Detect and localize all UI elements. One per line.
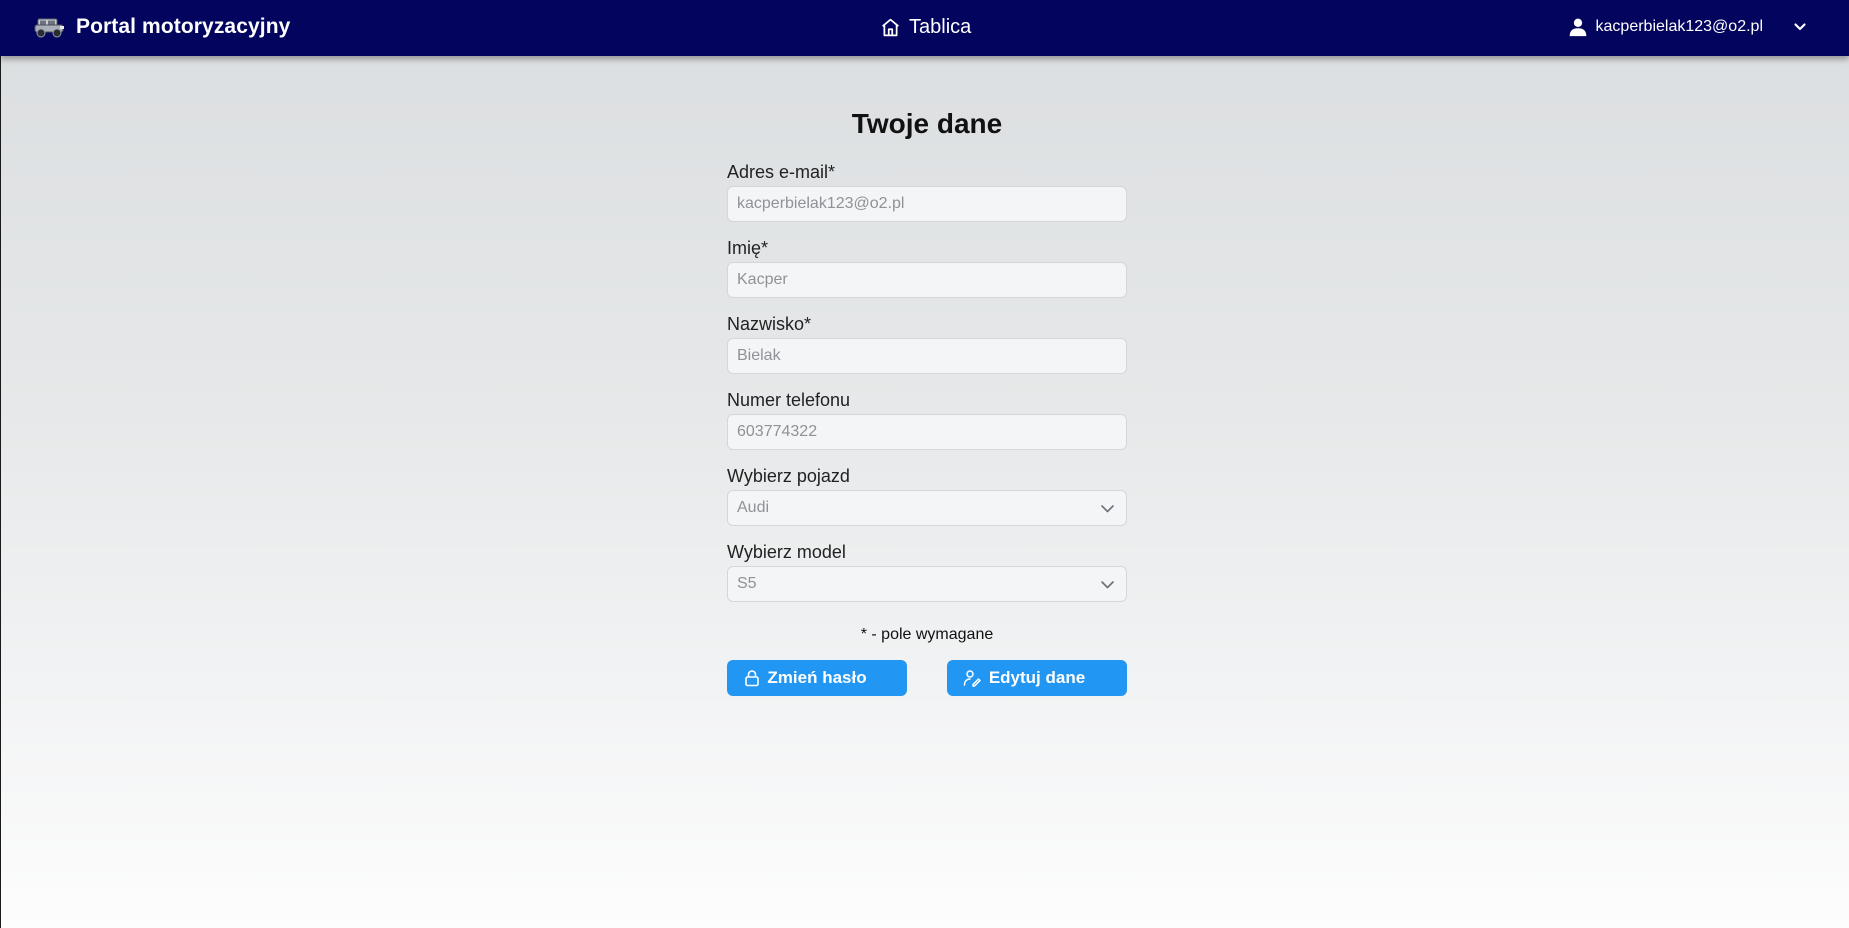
- phone-label: Numer telefonu: [727, 390, 851, 410]
- vehicle-select[interactable]: Audi: [727, 490, 1127, 526]
- user-menu[interactable]: kacperbielak123@o2.pl: [1568, 14, 1807, 40]
- email-field[interactable]: [727, 186, 1127, 222]
- last-name-field[interactable]: [727, 338, 1127, 374]
- change-password-label: Zmień hasło: [767, 668, 867, 687]
- user-email: kacperbielak123@o2.pl: [1595, 18, 1763, 35]
- vehicle-field-group: Wybierz pojazd Audi: [727, 466, 1127, 526]
- car-logo-icon: [34, 18, 64, 38]
- first-name-field[interactable]: [727, 262, 1127, 298]
- email-field-group: Adres e-mail*: [727, 162, 1127, 222]
- chevron-down-icon[interactable]: [1793, 20, 1807, 34]
- vehicle-select-value[interactable]: Audi: [727, 490, 1127, 526]
- page-title: Twoje dane: [851, 108, 1003, 139]
- model-field-group: Wybierz model S5: [727, 542, 1127, 602]
- user-icon: [1569, 18, 1586, 37]
- brand[interactable]: Portal motoryzacyjny: [32, 12, 290, 42]
- home-icon: [882, 18, 899, 36]
- required-note: * - pole wymagane: [860, 626, 994, 643]
- last-name-label: Nazwisko*: [727, 314, 812, 334]
- top-navbar: Portal motoryzacyjny Tablica kacperbiela…: [0, 0, 1849, 56]
- change-password-button[interactable]: Zmień hasło: [727, 660, 907, 696]
- last-name-field-group: Nazwisko*: [727, 314, 1127, 374]
- nav-home-label: Tablica: [909, 15, 972, 38]
- brand-title: Portal motoryzacyjny: [76, 15, 291, 38]
- model-select[interactable]: S5: [727, 566, 1127, 602]
- nav-home-link[interactable]: Tablica: [880, 14, 971, 40]
- vehicle-label: Wybierz pojazd: [727, 466, 850, 486]
- first-name-field-group: Imię*: [727, 238, 1127, 298]
- phone-field[interactable]: [727, 414, 1127, 450]
- form-actions: Zmień hasło Edytuj dane: [727, 660, 1127, 696]
- edit-data-label: Edytuj dane: [988, 668, 1086, 687]
- phone-field-group: Numer telefonu: [727, 390, 1127, 450]
- chevron-down-icon: [1101, 505, 1114, 513]
- edit-data-button[interactable]: Edytuj dane: [947, 660, 1127, 696]
- model-label: Wybierz model: [727, 542, 846, 562]
- user-edit-icon: [963, 670, 981, 687]
- main-content: Twoje dane Adres e-mail* Imię* Nazwisko*…: [0, 56, 1849, 928]
- first-name-label: Imię*: [727, 238, 769, 258]
- model-select-value[interactable]: S5: [727, 566, 1127, 602]
- email-label: Adres e-mail*: [727, 162, 836, 182]
- chevron-down-icon: [1101, 581, 1114, 589]
- profile-form: Twoje dane Adres e-mail* Imię* Nazwisko*…: [727, 108, 1127, 696]
- lock-icon: [745, 670, 759, 687]
